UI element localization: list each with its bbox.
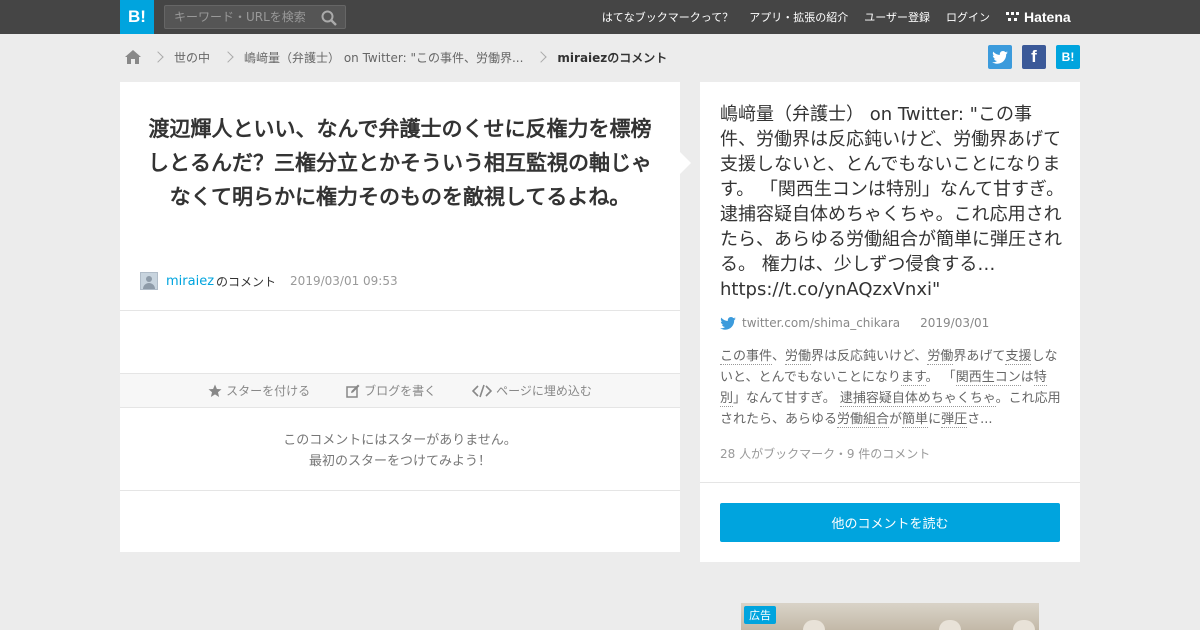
search-icon[interactable] xyxy=(321,10,337,26)
edit-icon xyxy=(346,384,360,398)
breadcrumb-entry[interactable]: 嶋﨑量（弁護士） on Twitter: "この事件、労働界... xyxy=(244,49,523,66)
twitter-icon xyxy=(720,316,736,330)
breadcrumb-current: miraiezのコメント xyxy=(557,50,668,65)
breadcrumb: 世の中 嶋﨑量（弁護士） on Twitter: "この事件、労働界... mi… xyxy=(124,46,667,68)
divider xyxy=(120,490,680,491)
nav-apps[interactable]: アプリ・拡張の紹介 xyxy=(749,9,848,25)
chevron-right-icon xyxy=(535,51,548,63)
hatena-share-button[interactable]: B! xyxy=(1056,45,1080,69)
comment-meta: miraiez のコメント 2019/03/01 09:53 xyxy=(140,272,398,290)
summary-keyword[interactable]: ます xyxy=(900,370,926,386)
entry-meta: twitter.com/shima_chikara 2019/03/01 xyxy=(720,316,989,330)
comment-text: 渡辺輝人といい、なんで弁護士のくせに反権力を標榜しとるんだ？三権分立とかそういう… xyxy=(148,117,652,209)
chevron-right-icon xyxy=(152,51,164,63)
write-blog-button[interactable]: ブログを書く xyxy=(346,382,436,399)
summary-text: に xyxy=(928,412,942,427)
chevron-right-icon xyxy=(222,51,234,63)
summary-keyword[interactable]: 逮捕容疑自体めちゃくちゃ xyxy=(839,391,996,407)
summary-keyword[interactable]: 簡単 xyxy=(902,412,929,428)
summary-text: 界あげて xyxy=(953,349,1006,364)
facebook-icon: f xyxy=(1031,47,1037,66)
comment-card: 渡辺輝人といい、なんで弁護士のくせに反権力を標榜しとるんだ？三権分立とかそういう… xyxy=(120,82,680,552)
entry-source[interactable]: twitter.com/shima_chikara xyxy=(742,316,900,330)
comment-actions: スターを付ける ブログを書く ページに埋め込む xyxy=(120,373,680,408)
avatar[interactable] xyxy=(140,272,158,290)
breadcrumb-category[interactable]: 世の中 xyxy=(174,49,210,66)
divider xyxy=(700,482,1080,483)
summary-keyword[interactable]: 労働 xyxy=(927,349,954,365)
ad-image-detail xyxy=(1013,620,1035,630)
nav-about[interactable]: はてなブックマークって？ xyxy=(602,9,733,25)
comment-user[interactable]: miraiez xyxy=(166,274,214,289)
ad-image-detail xyxy=(939,620,961,630)
twitter-icon xyxy=(992,50,1008,64)
nav-register[interactable]: ユーザー登録 xyxy=(864,9,930,25)
summary-text: が xyxy=(889,412,903,427)
top-nav: はてなブックマークって？ アプリ・拡張の紹介 ユーザー登録 ログイン xyxy=(602,0,990,34)
facebook-share-button[interactable]: f xyxy=(1022,45,1046,69)
summary-keyword[interactable]: この事件 xyxy=(720,349,773,365)
card-arrow xyxy=(680,152,691,174)
summary-text: 、 xyxy=(772,349,786,364)
summary-text: は xyxy=(1020,370,1034,385)
search-input[interactable] xyxy=(165,6,315,28)
top-bar: B! はてなブックマークって？ アプリ・拡張の紹介 ユーザー登録 ログイン Ha… xyxy=(0,0,1200,34)
summary-text: 界は反応鈍いけど、 xyxy=(811,349,928,364)
summary-keyword[interactable]: 労働 xyxy=(785,349,812,365)
hatena-bookmark-icon: B! xyxy=(1061,50,1075,64)
divider xyxy=(120,310,680,311)
read-comments-button[interactable]: 他のコメントを読む xyxy=(720,503,1060,542)
twitter-share-button[interactable] xyxy=(988,45,1012,69)
entry-title[interactable]: 嶋﨑量（弁護士） on Twitter: "この事件、労働界は反応鈍いけど、労働… xyxy=(720,102,1065,302)
star-icon xyxy=(208,384,222,397)
ad-badge: 広告 xyxy=(744,606,776,624)
add-star-button[interactable]: スターを付ける xyxy=(208,382,310,399)
embed-label: ページに埋め込む xyxy=(496,384,592,398)
summary-text: 」なんて甘すぎ。 xyxy=(733,391,840,406)
comment-date[interactable]: 2019/03/01 09:53 xyxy=(290,274,398,288)
write-blog-label: ブログを書く xyxy=(364,384,437,398)
summary-keyword[interactable]: 支援 xyxy=(1005,349,1032,365)
no-stars-line1: このコメントにはスターがありません。 xyxy=(283,433,517,448)
summary-keyword[interactable]: 労働組合 xyxy=(837,412,890,428)
hatena-mark-icon xyxy=(1006,12,1019,21)
ad-banner[interactable]: 広告 xyxy=(741,603,1039,630)
home-icon[interactable] xyxy=(124,49,142,65)
summary-keyword[interactable]: 弾圧 xyxy=(941,412,968,428)
hatena-link[interactable]: Hatena xyxy=(1006,0,1071,34)
add-star-label: スターを付ける xyxy=(226,384,311,398)
entry-date: 2019/03/01 xyxy=(920,316,990,330)
entry-counts[interactable]: 28 人がブックマーク・9 件のコメント xyxy=(720,445,930,462)
hatena-bookmark-logo[interactable]: B! xyxy=(120,0,154,34)
summary-keyword[interactable]: 関西生コン xyxy=(955,370,1021,386)
entry-card: 嶋﨑量（弁護士） on Twitter: "この事件、労働界は反応鈍いけど、労働… xyxy=(700,82,1080,562)
comment-user-suffix: のコメント xyxy=(216,274,277,289)
entry-summary: この事件、労働界は反応鈍いけど、労働界あげて支援しないと、とんでもないことになり… xyxy=(720,346,1065,430)
no-stars-message: このコメントにはスターがありません。 最初のスターをつけてみよう！ xyxy=(120,430,680,472)
embed-button[interactable]: ページに埋め込む xyxy=(472,382,592,399)
summary-text: さ... xyxy=(967,412,993,427)
nav-login[interactable]: ログイン xyxy=(946,9,990,25)
hatena-label: Hatena xyxy=(1024,9,1071,25)
ad-image-detail xyxy=(803,620,825,630)
share-buttons: f B! xyxy=(988,45,1080,69)
code-icon xyxy=(472,384,493,397)
summary-text: 。 「 xyxy=(925,370,956,385)
no-stars-line2: 最初のスターをつけてみよう！ xyxy=(308,454,491,469)
search-box xyxy=(164,5,346,29)
